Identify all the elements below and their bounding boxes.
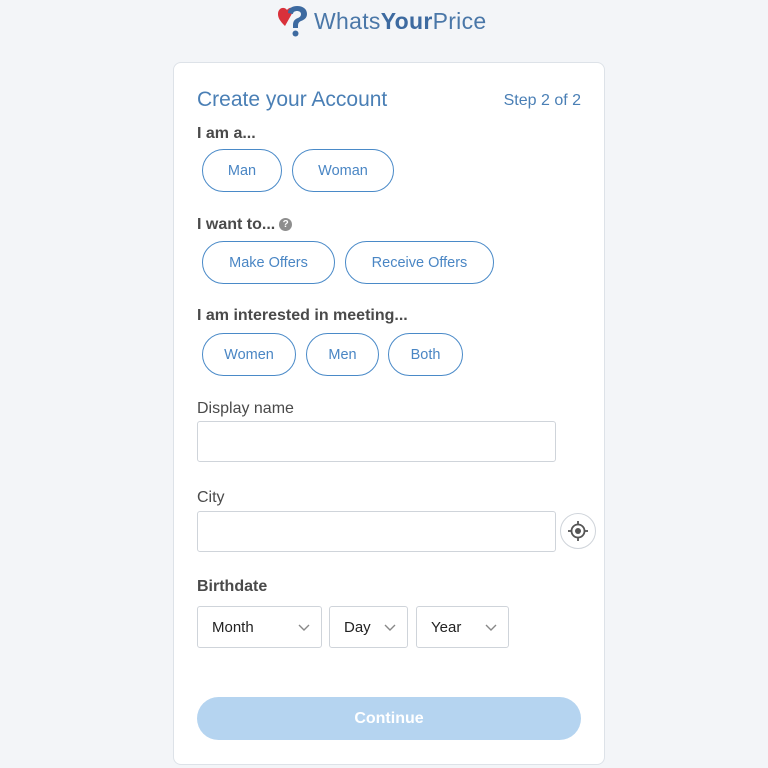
locate-button[interactable] bbox=[560, 513, 596, 549]
brand-logo[interactable]: WhatsYourPrice bbox=[274, 4, 486, 38]
birth-day-select[interactable]: Day bbox=[329, 606, 408, 648]
gender-label: I am a... bbox=[197, 125, 256, 142]
birth-month-select[interactable]: Month bbox=[197, 606, 322, 648]
receive-offers-button[interactable]: Receive Offers bbox=[345, 241, 494, 284]
birth-month-value: Month bbox=[212, 618, 254, 636]
continue-button[interactable]: Continue bbox=[197, 697, 581, 740]
interest-label: I am interested in meeting... bbox=[197, 307, 408, 324]
page-title: Create your Account bbox=[197, 88, 388, 111]
birth-day-value: Day bbox=[344, 618, 371, 636]
intent-label: I want to...? bbox=[197, 216, 293, 234]
birthdate-label: Birthdate bbox=[197, 578, 268, 595]
chevron-down-icon bbox=[485, 624, 497, 631]
gender-woman-button[interactable]: Woman bbox=[292, 149, 394, 192]
step-indicator: Step 2 of 2 bbox=[503, 92, 581, 109]
heart-question-mark-logo bbox=[278, 6, 307, 37]
brand-name: WhatsYourPrice bbox=[314, 7, 487, 34]
birth-year-select[interactable]: Year bbox=[416, 606, 509, 648]
chevron-down-icon bbox=[298, 624, 310, 631]
signup-card: Create your Account Step 2 of 2 I am a..… bbox=[173, 62, 605, 765]
city-input[interactable] bbox=[197, 511, 556, 552]
birth-year-value: Year bbox=[431, 618, 462, 636]
interest-both-button[interactable]: Both bbox=[388, 333, 463, 376]
interest-women-button[interactable]: Women bbox=[202, 333, 296, 376]
make-offers-button[interactable]: Make Offers bbox=[202, 241, 335, 284]
interest-men-button[interactable]: Men bbox=[306, 333, 379, 376]
city-label: City bbox=[197, 489, 225, 506]
display-name-input[interactable] bbox=[197, 421, 556, 462]
display-name-label: Display name bbox=[197, 400, 294, 417]
chevron-down-icon bbox=[384, 624, 396, 631]
question-circle-icon[interactable]: ? bbox=[279, 218, 293, 231]
site-header: WhatsYourPrice bbox=[0, 0, 768, 50]
gender-man-button[interactable]: Man bbox=[202, 149, 282, 192]
crosshair-location-icon bbox=[568, 521, 588, 541]
